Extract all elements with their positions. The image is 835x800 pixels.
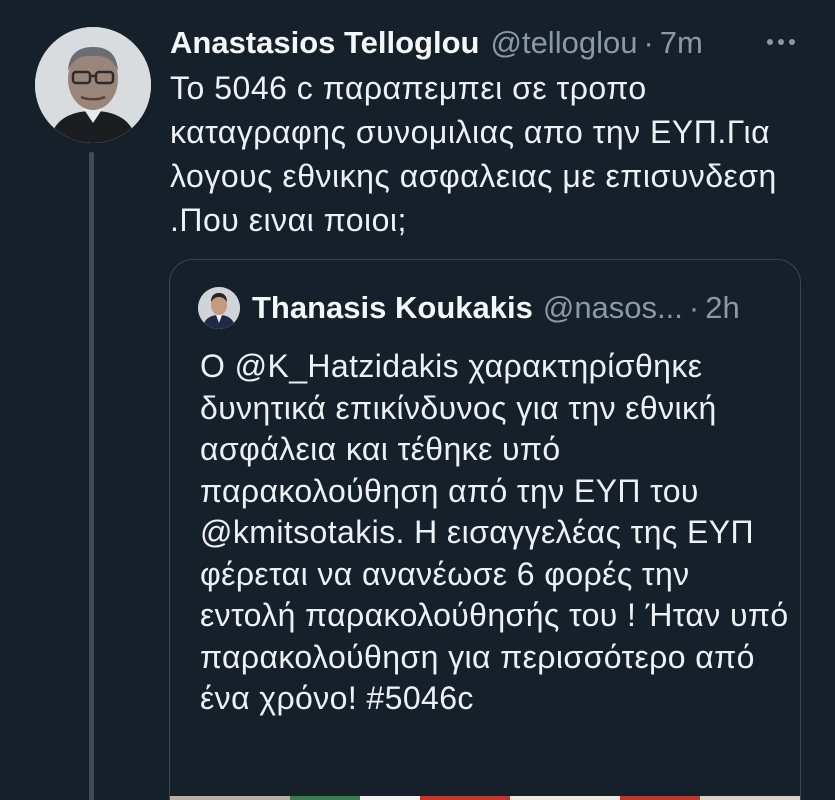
thread-line [89,152,94,800]
media-image [170,796,800,800]
tweet-header: Anastasios Telloglou @telloglou · 7m [170,22,795,64]
separator-dot: · [643,25,654,60]
tweet[interactable]: Anastasios Telloglou @telloglou · 7m Το … [0,0,835,800]
quoted-tweet-card[interactable]: Thanasis Koukakis @nasos... · 2h Ο @K_Ha… [169,259,801,800]
quoted-tweet-header: Thanasis Koukakis @nasos... · 2h [252,288,780,328]
more-options-button[interactable] [763,30,799,54]
author-display-name[interactable]: Anastasios Telloglou [170,25,479,61]
quoted-author-avatar[interactable] [198,287,240,329]
more-horizontal-icon [767,39,795,45]
quoted-tweet-media-preview[interactable] [170,796,800,800]
author-handle[interactable]: @telloglou [490,25,637,61]
quoted-tweet-text: Ο @K_Hatzidakis χαρακτηρίσθηκε δυνητικά … [200,348,789,716]
tweet-text: Το 5046 c παραπεμπει σε τροπο καταγραφης… [170,70,777,238]
user-avatar-photo-icon [198,287,240,329]
user-avatar-photo-icon [35,27,151,143]
tweet-timestamp[interactable]: 7m [660,25,703,61]
quoted-tweet-timestamp[interactable]: 2h [705,290,739,326]
separator-dot: · [688,290,700,325]
quoted-author-display-name[interactable]: Thanasis Koukakis [252,290,533,326]
author-avatar[interactable] [35,27,151,143]
quoted-author-handle[interactable]: @nasos... [543,290,683,326]
